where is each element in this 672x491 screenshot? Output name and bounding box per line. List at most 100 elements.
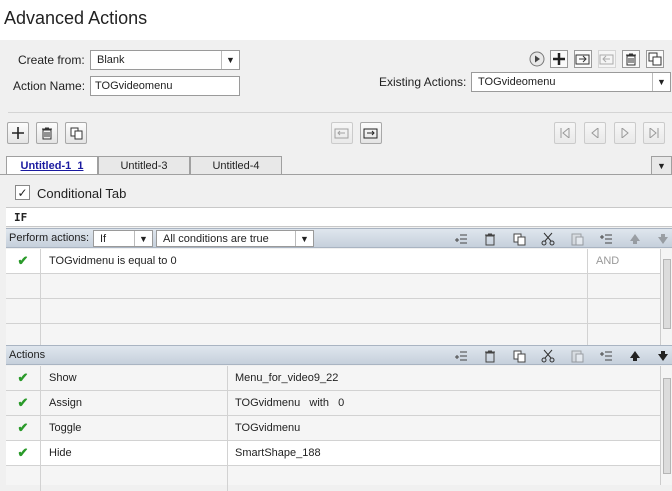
tab-strip-line <box>0 174 672 175</box>
duplicate-action-button[interactable] <box>646 50 664 68</box>
export-button[interactable] <box>598 50 616 68</box>
copy-icon <box>513 233 525 245</box>
tab-list-dropdown[interactable]: ▼ <box>651 156 672 174</box>
actions-grid: ✔ Show Menu_for_video9_22 ✔ Assign TOGvi… <box>6 366 660 491</box>
cut-condition-button[interactable] <box>539 230 557 248</box>
scissors-icon <box>541 232 555 246</box>
create-from-value: Blank <box>97 54 125 66</box>
insert-below-button[interactable] <box>597 230 615 248</box>
first-tab-button[interactable] <box>554 122 576 144</box>
action-name[interactable]: Assign <box>41 391 228 415</box>
move-tab-right-button[interactable] <box>360 122 382 144</box>
insert-condition-button[interactable] <box>452 230 470 248</box>
table-row[interactable] <box>6 466 660 491</box>
empty-cell <box>6 274 41 298</box>
duplicate-icon <box>648 52 662 66</box>
duplicate-icon <box>70 127 82 139</box>
actions-scrollbar[interactable] <box>660 366 672 485</box>
action-name[interactable]: Show <box>41 366 228 390</box>
window-title: Advanced Actions <box>4 8 148 28</box>
scrollbar-thumb[interactable] <box>663 259 671 329</box>
import-button[interactable] <box>574 50 592 68</box>
chevron-down-icon: ▼ <box>657 160 666 171</box>
table-row[interactable]: ✔ TOGvidmenu is equal to 0 AND <box>6 249 660 274</box>
existing-actions-label: Existing Actions: <box>379 75 467 89</box>
insert-action-button[interactable] <box>452 347 470 365</box>
tab-untitled-1-1[interactable]: Untitled-1_1 <box>6 156 98 174</box>
copy-condition-button[interactable] <box>510 230 528 248</box>
move-tab-left-button[interactable] <box>331 122 353 144</box>
checkmark-icon[interactable]: ✔ <box>6 366 41 390</box>
checkmark-icon[interactable]: ✔ <box>6 391 41 415</box>
paste-action-button[interactable] <box>568 347 586 365</box>
move-left-icon <box>334 128 349 138</box>
last-tab-button[interactable] <box>643 122 665 144</box>
condition-logic-select[interactable]: All conditions are true ▼ <box>156 230 314 247</box>
move-action-down-button[interactable] <box>654 347 672 365</box>
prev-tab-button[interactable] <box>584 122 606 144</box>
cut-action-button[interactable] <box>539 347 557 365</box>
trash-icon <box>485 350 495 362</box>
table-row[interactable] <box>6 274 660 299</box>
action-name[interactable]: Hide <box>41 441 228 465</box>
conditions-scrollbar[interactable] <box>660 249 672 346</box>
preview-button[interactable] <box>528 50 546 68</box>
perform-mode-select[interactable]: If ▼ <box>93 230 153 247</box>
action-name-input[interactable]: TOGvideomenu <box>90 76 240 96</box>
delete-tab-button[interactable] <box>36 122 58 144</box>
perform-mode-value: If <box>100 232 107 245</box>
insert-action-below-button[interactable] <box>597 347 615 365</box>
existing-actions-select[interactable]: TOGvideomenu ▼ <box>471 72 671 92</box>
delete-action-row-button[interactable] <box>481 347 499 365</box>
action-target[interactable]: Menu_for_video9_22 <box>228 366 660 390</box>
empty-cell <box>41 299 588 323</box>
copy-action-button[interactable] <box>510 347 528 365</box>
tab-untitled-3[interactable]: Untitled-3 <box>98 156 190 174</box>
table-row[interactable]: ✔ Show Menu_for_video9_22 <box>6 366 660 391</box>
insert-icon <box>455 234 467 244</box>
trash-icon <box>42 127 52 139</box>
add-icon <box>553 53 565 65</box>
perform-actions-label: Perform actions: <box>9 232 90 244</box>
prev-icon <box>591 128 599 138</box>
condition-expression[interactable]: TOGvidmenu is equal to 0 <box>41 249 588 273</box>
paste-icon <box>571 233 583 246</box>
actions-header: Actions <box>6 345 672 365</box>
next-tab-button[interactable] <box>614 122 636 144</box>
condition-logic-value: All conditions are true <box>163 232 269 245</box>
duplicate-tab-button[interactable] <box>65 122 87 144</box>
table-row[interactable]: ✔ Toggle TOGvidmenu <box>6 416 660 441</box>
condition-operator[interactable]: AND <box>588 249 660 273</box>
arrow-up-icon <box>630 351 640 361</box>
conditional-tab-checkbox[interactable]: ✓ <box>15 185 30 200</box>
checkmark-icon[interactable]: ✔ <box>6 249 41 273</box>
insert-icon <box>600 351 612 361</box>
action-target[interactable]: TOGvidmenu <box>228 416 660 440</box>
table-row[interactable]: ✔ Hide SmartShape_188 <box>6 441 660 466</box>
scrollbar-thumb[interactable] <box>663 378 671 474</box>
insert-icon <box>455 351 467 361</box>
add-tab-button[interactable] <box>7 122 29 144</box>
add-action-button[interactable] <box>550 50 568 68</box>
create-from-select[interactable]: Blank ▼ <box>90 50 240 70</box>
move-action-up-button[interactable] <box>626 347 644 365</box>
checkmark-icon[interactable]: ✔ <box>6 416 41 440</box>
table-row[interactable]: ✔ Assign TOGvidmenu with 0 <box>6 391 660 416</box>
move-down-button[interactable] <box>654 230 672 248</box>
action-target[interactable]: TOGvidmenu with 0 <box>228 391 660 415</box>
move-up-button[interactable] <box>626 230 644 248</box>
delete-action-button[interactable] <box>622 50 640 68</box>
delete-condition-button[interactable] <box>481 230 499 248</box>
actions-label: Actions <box>9 349 46 361</box>
paste-condition-button[interactable] <box>568 230 586 248</box>
action-name[interactable]: Toggle <box>41 416 228 440</box>
insert-icon <box>600 234 612 244</box>
if-label: IF <box>14 211 28 224</box>
table-row[interactable] <box>6 299 660 324</box>
checkmark-icon[interactable]: ✔ <box>6 441 41 465</box>
action-target[interactable]: SmartShape_188 <box>228 441 660 465</box>
add-icon <box>12 127 24 139</box>
arrow-down-icon <box>658 234 668 244</box>
tab-untitled-4[interactable]: Untitled-4 <box>190 156 282 174</box>
action-name-label: Action Name: <box>13 79 86 93</box>
